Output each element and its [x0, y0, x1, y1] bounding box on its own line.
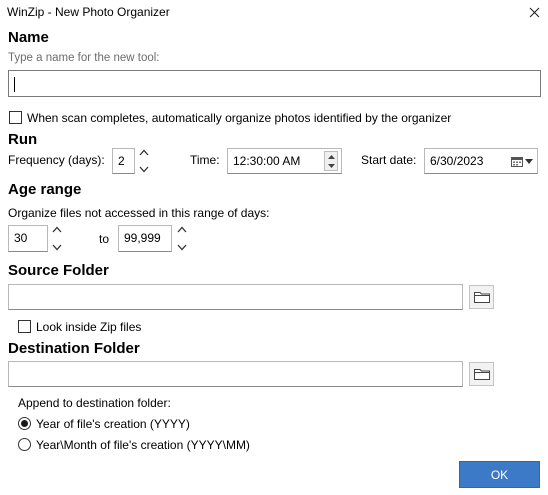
- time-input[interactable]: 12:30:00 AM: [227, 148, 342, 174]
- frequency-spinner[interactable]: [137, 149, 151, 173]
- destination-folder-heading: Destination Folder: [8, 340, 140, 357]
- triangle-up-icon[interactable]: [327, 154, 335, 159]
- chevron-up-icon[interactable]: [177, 226, 187, 233]
- name-heading: Name: [8, 29, 49, 46]
- radio-year[interactable]: [18, 417, 31, 430]
- source-folder-heading: Source Folder: [8, 262, 109, 279]
- radio-year-month-label: Year\Month of file's creation (YYYY\MM): [36, 438, 250, 452]
- chevron-down-icon[interactable]: [177, 244, 187, 251]
- frequency-label: Frequency (days):: [8, 153, 105, 167]
- look-inside-zip-label: Look inside Zip files: [36, 320, 142, 334]
- age-to-input[interactable]: 99,999: [118, 225, 172, 252]
- start-date-label: Start date:: [361, 153, 417, 167]
- age-range-hint: Organize files not accessed in this rang…: [8, 206, 270, 220]
- chevron-up-icon[interactable]: [139, 149, 149, 156]
- source-folder-input[interactable]: [8, 284, 463, 310]
- start-date-picker[interactable]: 6/30/2023: [424, 148, 538, 174]
- text-caret: [14, 77, 15, 92]
- auto-organize-checkbox[interactable]: [9, 111, 22, 124]
- destination-folder-browse-button[interactable]: [469, 362, 494, 386]
- auto-organize-label: When scan completes, automatically organ…: [27, 111, 452, 125]
- age-range-heading: Age range: [8, 181, 82, 198]
- chevron-down-icon: [525, 159, 533, 164]
- close-button[interactable]: [520, 0, 548, 24]
- chevron-up-icon[interactable]: [52, 226, 62, 233]
- frequency-input[interactable]: 2: [112, 148, 135, 174]
- radio-year-label: Year of file's creation (YYYY): [36, 417, 190, 431]
- calendar-icon: [511, 157, 523, 167]
- append-label: Append to destination folder:: [18, 396, 171, 410]
- run-heading: Run: [8, 131, 38, 148]
- chevron-down-icon[interactable]: [52, 244, 62, 251]
- ok-button[interactable]: OK: [459, 461, 540, 488]
- title-bar: WinZip - New Photo Organizer: [0, 0, 548, 24]
- name-input[interactable]: [8, 70, 541, 97]
- look-inside-zip-checkbox[interactable]: [18, 320, 31, 333]
- chevron-down-icon[interactable]: [139, 166, 149, 173]
- radio-year-month[interactable]: [18, 438, 31, 451]
- folder-icon: [473, 292, 490, 303]
- folder-icon: [473, 369, 490, 380]
- triangle-down-icon[interactable]: [327, 163, 335, 168]
- source-folder-browse-button[interactable]: [469, 285, 494, 309]
- window-title: WinZip - New Photo Organizer: [7, 5, 170, 19]
- time-spinner[interactable]: [324, 151, 338, 171]
- radio-selected-dot: [21, 420, 28, 427]
- close-icon: [529, 7, 539, 17]
- time-label: Time:: [190, 153, 220, 167]
- name-hint: Type a name for the new tool:: [8, 52, 160, 64]
- date-dropdown[interactable]: [511, 156, 533, 167]
- age-to-spinner[interactable]: [175, 226, 189, 251]
- age-to-label: to: [99, 232, 110, 246]
- destination-folder-input[interactable]: [8, 361, 463, 387]
- age-from-spinner[interactable]: [50, 226, 64, 251]
- age-from-input[interactable]: 30: [8, 225, 48, 252]
